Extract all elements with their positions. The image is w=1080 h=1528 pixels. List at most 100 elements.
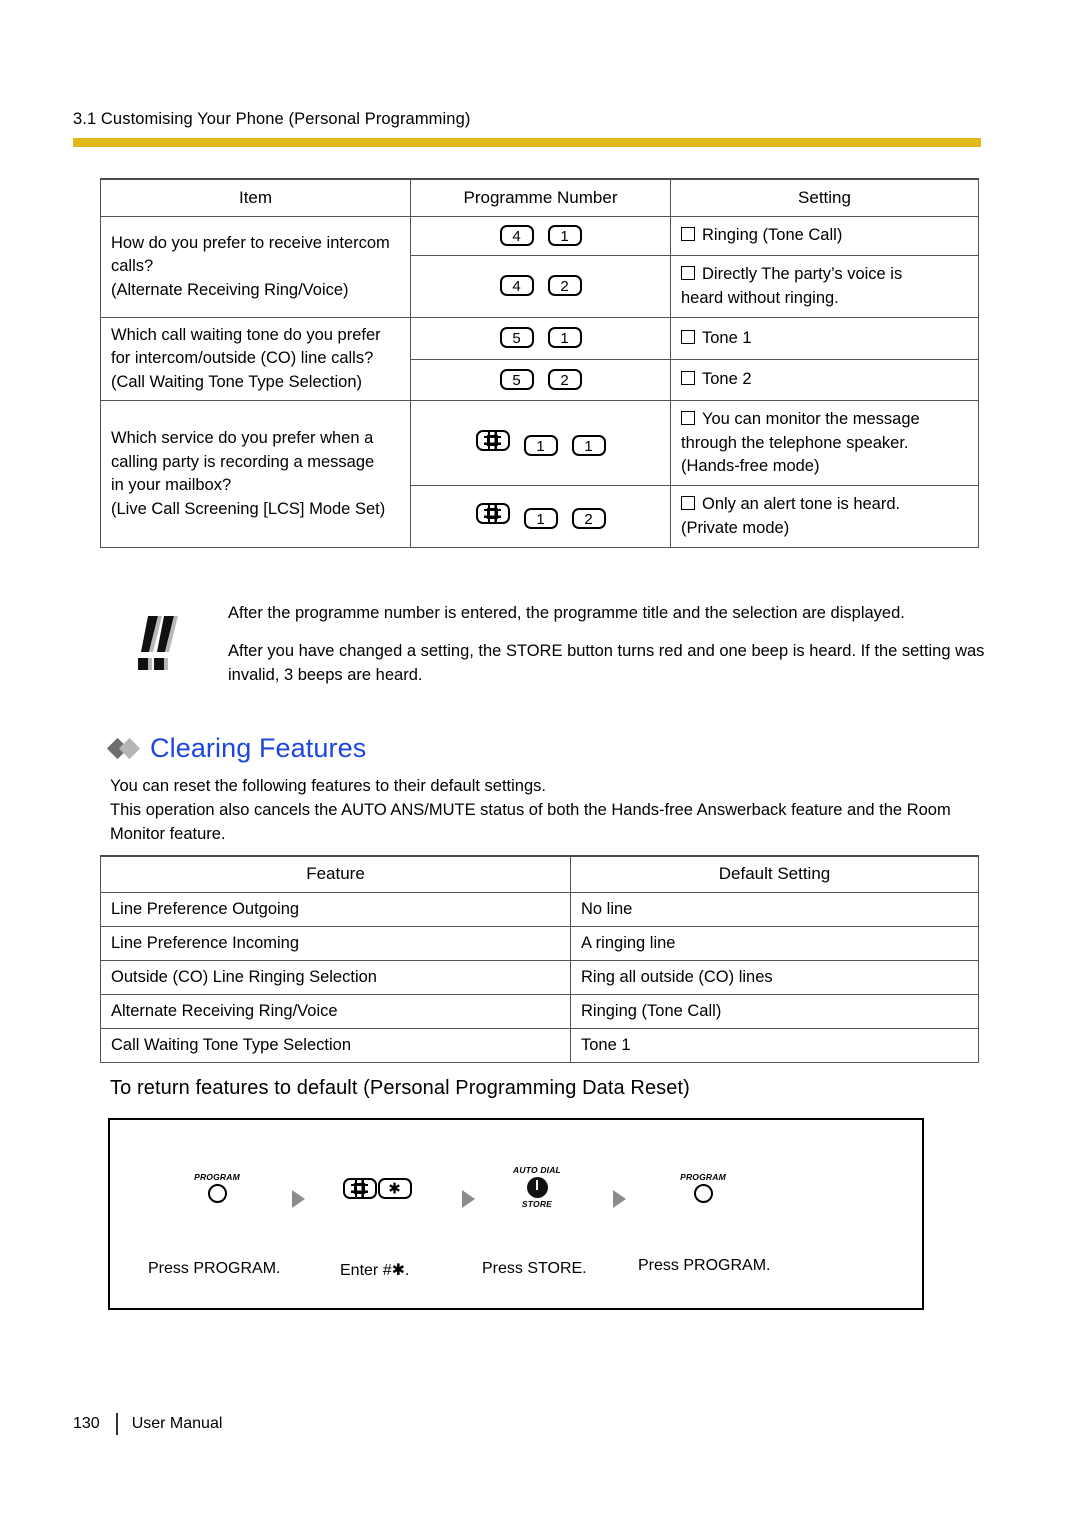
procedure-step-label: Press PROGRAM. [148, 1260, 281, 1277]
setting-line: (Private mode) [681, 518, 790, 537]
setting-line: through the telephone speaker. [681, 433, 909, 452]
section-paragraph: You can reset the following features to … [110, 777, 546, 795]
setting-cell: Ringing (Tone Call) [670, 215, 979, 257]
keycap: 1 [547, 327, 582, 349]
table-row: Outside (CO) Line Ringing Selection Ring… [100, 960, 979, 995]
procedure-title: To return features to default (Personal … [110, 1077, 690, 1099]
store-button-icon[interactable] [526, 1177, 548, 1198]
button-caption-top: AUTO DIAL [513, 1165, 561, 1175]
table-row: Call Waiting Tone Type Selection Tone 1 [100, 1028, 979, 1063]
column-header-setting: Setting [670, 178, 979, 217]
arrow-icon [462, 1190, 475, 1208]
setting-cell: Directly The party’s voice is heard with… [670, 255, 979, 318]
feature-cell: Call Waiting Tone Type Selection [100, 1028, 571, 1063]
item-line: (Call Waiting Tone Type Selection) [111, 372, 362, 391]
item-line: in your mailbox? [111, 476, 232, 495]
procedure-diagram: PROGRAM AUTO DIAL STORE PROGRAM Press PR… [108, 1118, 924, 1310]
setting-line: Tone 2 [702, 370, 752, 389]
keycap-hash-icon [475, 429, 510, 451]
setting-line: You can monitor the message [702, 410, 920, 429]
default-setting-cell: Ringing (Tone Call) [570, 994, 979, 1029]
arrow-icon [613, 1190, 626, 1208]
section-heading: Clearing Features [106, 733, 367, 764]
table-row: Which call waiting tone do you prefer fo… [100, 316, 979, 402]
procedure-step-program-2: PROGRAM [658, 1172, 748, 1203]
item-line: (Live Call Screening [LCS] Mode Set) [111, 499, 386, 518]
setting-line: (Hands-free mode) [681, 457, 820, 476]
keycap: 1 [547, 225, 582, 246]
setting-line: Ringing (Tone Call) [702, 226, 843, 245]
keycap: 2 [571, 508, 606, 530]
programme-number-cell: 41 [410, 215, 671, 257]
diamond-bullet-icon [118, 737, 141, 760]
setting-line: Only an alert tone is heard. [702, 495, 901, 514]
keycap: 1 [523, 508, 558, 530]
keycap: 5 [499, 368, 534, 390]
default-setting-cell: Tone 1 [570, 1028, 979, 1063]
setting-checkbox[interactable] [681, 266, 695, 281]
feature-cell: Alternate Receiving Ring/Voice [100, 994, 571, 1029]
setting-checkbox[interactable] [681, 411, 695, 426]
setting-line: heard without ringing. [681, 288, 839, 307]
section-paragraph: This operation also cancels the AUTO ANS… [110, 800, 951, 843]
default-setting-cell: A ringing line [570, 926, 979, 961]
table-row: Which service do you prefer when a calli… [100, 400, 979, 549]
setting-checkbox[interactable] [681, 227, 695, 242]
feature-cell: Line Preference Outgoing [100, 892, 571, 927]
keycap: 4 [499, 225, 534, 246]
note-paragraph: After the programme number is entered, t… [228, 604, 905, 622]
page-footer: 130 User Manual [73, 1413, 222, 1435]
keycap: 5 [499, 327, 534, 349]
item-line: for intercom/outside (CO) line calls? [111, 349, 374, 368]
section-heading-text: Clearing Features [150, 733, 367, 763]
setting-cell: Only an alert tone is heard. (Private mo… [670, 485, 979, 549]
keycap-hash-icon[interactable] [342, 1178, 377, 1199]
keycap-star-icon[interactable] [377, 1178, 412, 1199]
item-line: How do you prefer to receive intercom [111, 233, 390, 252]
table-row: Line Preference Incoming A ringing line [100, 926, 979, 961]
programme-settings-table: Item Programme Number Setting How do you… [100, 178, 979, 549]
program-button-circle-icon[interactable] [207, 1184, 227, 1203]
setting-checkbox[interactable] [681, 496, 695, 511]
footer-label: User Manual [131, 1415, 223, 1432]
table-row: How do you prefer to receive intercom ca… [100, 215, 979, 318]
item-line: (Alternate Receiving Ring/Voice) [111, 280, 349, 299]
table-row: Line Preference Outgoing No line [100, 892, 979, 927]
keycap: 1 [571, 434, 606, 456]
button-caption-top: PROGRAM [680, 1172, 726, 1182]
setting-line: Directly The party’s voice is [702, 265, 903, 284]
item-line: calls? [111, 257, 154, 276]
setting-checkbox[interactable] [681, 329, 695, 344]
program-button-circle-icon[interactable] [693, 1184, 713, 1203]
keycap: 1 [523, 434, 558, 456]
setting-checkbox[interactable] [681, 371, 695, 386]
keycap-hash-icon [475, 503, 510, 525]
column-header-feature: Feature [100, 855, 571, 893]
page-number: 130 [73, 1415, 100, 1432]
setting-cell: Tone 1 [670, 316, 979, 360]
feature-cell: Line Preference Incoming [100, 926, 571, 961]
programme-number-cell: 11 [410, 400, 671, 487]
feature-cell: Outside (CO) Line Ringing Selection [100, 960, 571, 995]
table-header-row: Item Programme Number Setting [100, 178, 979, 217]
item-cell: Which service do you prefer when a calli… [100, 400, 411, 549]
note-paragraph: After you have changed a setting, the ST… [228, 641, 985, 684]
column-header-programme-number: Programme Number [410, 178, 671, 217]
column-header-item: Item [100, 178, 411, 217]
button-caption-bottom: STORE [521, 1199, 553, 1209]
procedure-step-program-1: PROGRAM [172, 1172, 262, 1203]
section-intro: You can reset the following features to … [110, 775, 988, 847]
procedure-step-label: Press STORE. [482, 1260, 587, 1277]
note-block: After the programme number is entered, t… [118, 602, 988, 687]
programme-number-cell: 52 [410, 358, 671, 402]
default-setting-cell: No line [570, 892, 979, 927]
header-rule [73, 138, 981, 147]
programme-number-cell: 51 [410, 316, 671, 360]
procedure-step-label: Press PROGRAM. [638, 1257, 771, 1274]
footer-divider [115, 1413, 118, 1435]
item-cell: How do you prefer to receive intercom ca… [100, 216, 411, 318]
hash-star-keys-icon[interactable] [342, 1178, 412, 1199]
default-settings-table: Feature Default Setting Line Preference … [100, 855, 979, 1063]
item-line: Which service do you prefer when a [111, 429, 374, 448]
column-header-default-setting: Default Setting [570, 855, 979, 893]
